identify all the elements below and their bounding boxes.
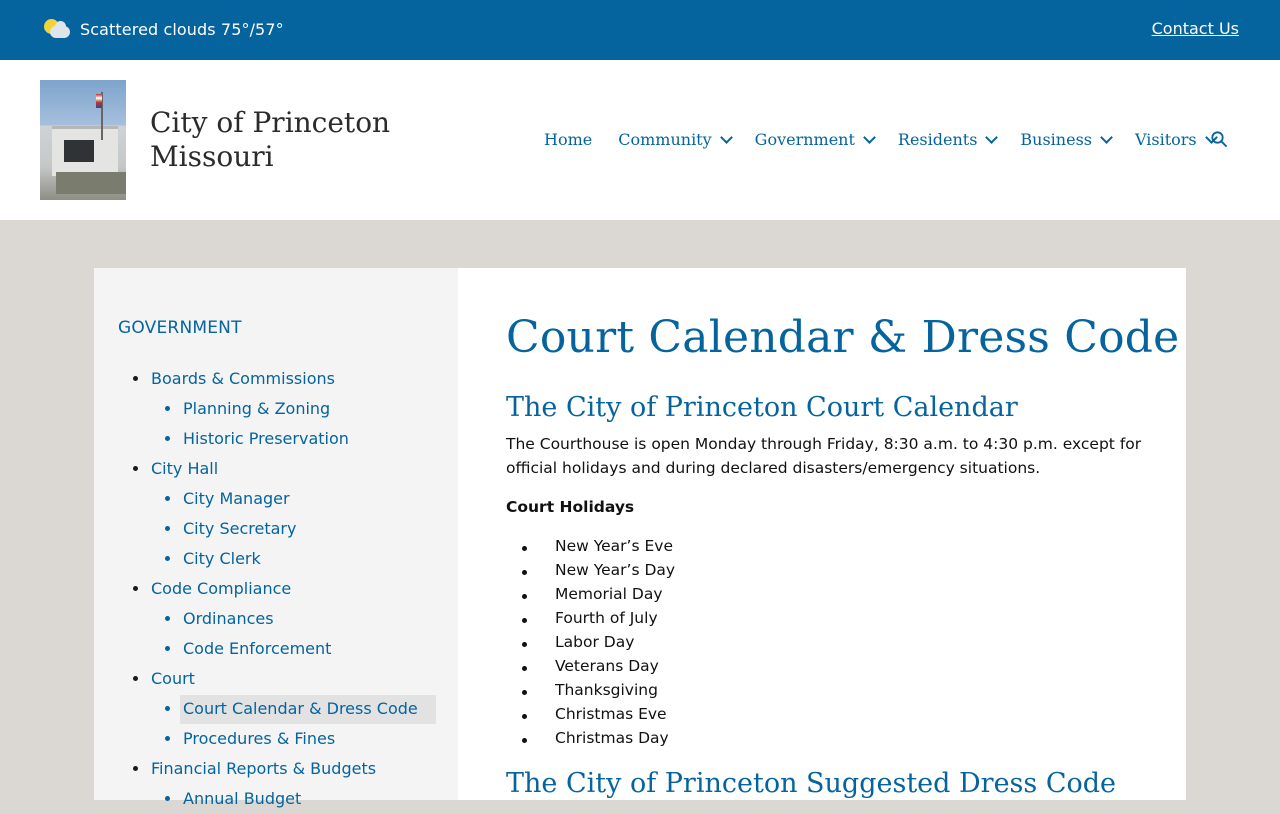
sidebar-item-label: Code Compliance [151, 579, 292, 598]
sidebar-item-label: Court Calendar & Dress Code [183, 699, 418, 718]
sidebar-item-planning-zoning[interactable]: Planning & Zoning [94, 394, 458, 424]
holiday-name: Fourth of July [555, 609, 658, 627]
holiday-name: Labor Day [555, 633, 635, 651]
partly-cloudy-icon [44, 17, 72, 41]
nav-residents[interactable]: Residents [897, 130, 999, 149]
section-heading-court-calendar: The City of Princeton Court Calendar [506, 392, 1018, 423]
search-icon[interactable] [1211, 131, 1227, 147]
sidebar-nav-list: Boards & Commissions Planning & Zoning H… [94, 364, 458, 814]
holiday-name: Memorial Day [555, 585, 663, 603]
nav-visitors-label: Visitors [1135, 130, 1197, 149]
sidebar-item-label: City Secretary [183, 519, 297, 538]
city-hall-photo-logo[interactable] [40, 80, 126, 200]
site-name-line1: City of Princeton [150, 106, 391, 139]
nav-business-label: Business [1020, 130, 1092, 149]
site-name[interactable]: City of Princeton Missouri [150, 106, 390, 174]
sidebar-item-historic-preservation[interactable]: Historic Preservation [94, 424, 458, 454]
sidebar-item-code-enforcement[interactable]: Code Enforcement [94, 634, 458, 664]
sidebar-item-label: City Hall [151, 459, 219, 478]
sidebar-item-city-manager[interactable]: City Manager [94, 484, 458, 514]
sidebar-item-label: City Manager [183, 489, 290, 508]
main-nav: Home Community Government Residents Busi… [544, 130, 1240, 149]
top-utility-bar: Scattered clouds 75°/57° Contact Us [0, 0, 1280, 60]
weather-widget: Scattered clouds 75°/57° [44, 17, 284, 41]
nav-home[interactable]: Home [544, 130, 592, 149]
courthouse-hours-text: The Courthouse is open Monday through Fr… [506, 435, 1142, 477]
nav-residents-label: Residents [897, 130, 978, 149]
sidebar-item-label: Ordinances [183, 609, 274, 628]
sidebar-item-court[interactable]: Court [94, 664, 458, 694]
contact-us-link[interactable]: Contact Us [1152, 19, 1239, 38]
chevron-down-icon [863, 131, 876, 144]
sidebar-item-label: Procedures & Fines [183, 729, 336, 748]
sidebar-item-label: Historic Preservation [183, 429, 349, 448]
section-sidebar: GOVERNMENT Boards & Commissions Planning… [94, 268, 458, 808]
chevron-down-icon [985, 131, 999, 144]
sidebar-heading[interactable]: GOVERNMENT [118, 318, 242, 338]
sidebar-item-ordinances[interactable]: Ordinances [94, 604, 458, 634]
holiday-name: New Year’s Day [555, 561, 676, 579]
nav-visitors[interactable]: Visitors [1135, 130, 1218, 149]
chevron-down-icon [719, 131, 733, 144]
sidebar-item-procedures-fines[interactable]: Procedures & Fines [94, 724, 458, 754]
sidebar-item-financial-reports-budgets[interactable]: Financial Reports & Budgets [94, 754, 458, 784]
site-header: City of Princeton Missouri Home Communit… [0, 60, 1280, 220]
holiday-name: New Year’s Eve [555, 537, 673, 555]
nav-community[interactable]: Community [618, 130, 733, 149]
weather-text: Scattered clouds 75°/57° [80, 19, 284, 39]
nav-government[interactable]: Government [754, 130, 876, 149]
nav-government-label: Government [754, 130, 855, 149]
nav-community-label: Community [618, 130, 712, 149]
holiday-name: Thanksgiving [555, 681, 658, 699]
sidebar-item-label: Boards & Commissions [151, 369, 335, 388]
nav-home-label: Home [544, 130, 593, 149]
main-content: Court Calendar & Dress Code The City of … [458, 268, 1186, 800]
sidebar-item-annual-budget[interactable]: Annual Budget [94, 784, 458, 814]
nav-business[interactable]: Business [1020, 130, 1113, 149]
court-holidays-heading: Court Holidays [506, 498, 635, 516]
chevron-down-icon [1100, 131, 1113, 144]
sidebar-item-city-hall[interactable]: City Hall [94, 454, 458, 484]
sidebar-item-code-compliance[interactable]: Code Compliance [94, 574, 458, 604]
site-name-line2: Missouri [150, 140, 274, 173]
holiday-name: Christmas Day [555, 729, 669, 747]
page-title: Court Calendar & Dress Code [506, 312, 1180, 363]
section-heading-dress-code: The City of Princeton Suggested Dress Co… [506, 768, 1117, 799]
sidebar-item-label: Code Enforcement [183, 639, 332, 658]
sidebar-item-label: Annual Budget [183, 789, 302, 808]
sidebar-item-label: Planning & Zoning [183, 399, 331, 418]
sidebar-item-city-secretary[interactable]: City Secretary [94, 514, 458, 544]
holiday-name: Veterans Day [555, 657, 659, 675]
sidebar-item-label: Financial Reports & Budgets [151, 759, 377, 778]
sidebar-item-city-clerk[interactable]: City Clerk [94, 544, 458, 574]
sidebar-item-court-calendar-dress-code[interactable]: Court Calendar & Dress Code [94, 694, 458, 724]
sidebar-item-label: City Clerk [183, 549, 261, 568]
sidebar-item-boards-commissions[interactable]: Boards & Commissions [94, 364, 458, 394]
sidebar-item-label: Court [151, 669, 195, 688]
holiday-name: Christmas Eve [555, 705, 667, 723]
